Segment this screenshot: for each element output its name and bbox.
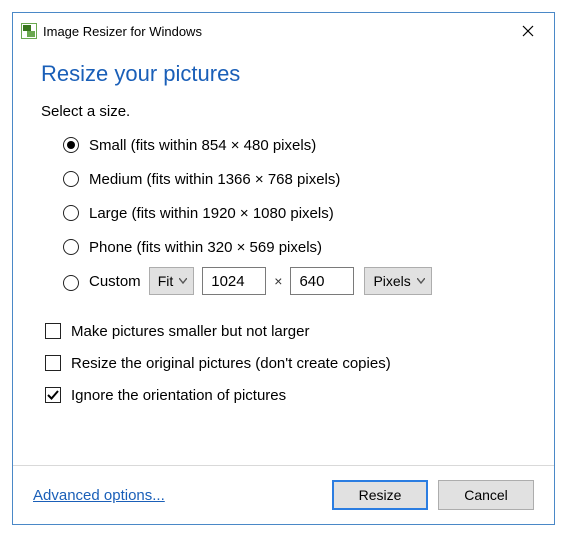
custom-height-input[interactable]: 640 — [290, 267, 354, 295]
custom-width-input[interactable]: 1024 — [202, 267, 266, 295]
radio-icon — [63, 205, 79, 221]
chevron-down-icon — [417, 278, 425, 284]
dialog-body: Resize your pictures Select a size. Smal… — [13, 47, 554, 465]
chevron-down-icon — [179, 278, 187, 284]
checkbox-icon — [45, 387, 61, 403]
page-heading: Resize your pictures — [41, 61, 526, 87]
fit-mode-select[interactable]: Fit — [149, 267, 195, 295]
close-button[interactable] — [512, 19, 544, 43]
checkbox-icon — [45, 355, 61, 371]
cancel-button[interactable]: Cancel — [438, 480, 534, 510]
check-label: Make pictures smaller but not larger — [71, 323, 309, 340]
size-option-phone[interactable]: Phone (fits within 320 × 569 pixels) — [63, 232, 526, 262]
app-icon — [21, 23, 37, 39]
radio-icon — [63, 171, 79, 187]
window-title: Image Resizer for Windows — [43, 24, 512, 39]
size-option-large[interactable]: Large (fits within 1920 × 1080 pixels) — [63, 198, 526, 228]
radio-icon[interactable] — [63, 275, 79, 291]
prompt-label: Select a size. — [41, 103, 526, 120]
check-resize-original[interactable]: Resize the original pictures (don't crea… — [45, 350, 526, 376]
radio-icon — [63, 239, 79, 255]
dialog-footer: Advanced options... Resize Cancel — [13, 465, 554, 524]
check-ignore-orientation[interactable]: Ignore the orientation of pictures — [45, 382, 526, 408]
advanced-options-link[interactable]: Advanced options... — [33, 487, 322, 504]
unit-value: Pixels — [373, 273, 410, 289]
check-smaller-only[interactable]: Make pictures smaller but not larger — [45, 318, 526, 344]
fit-mode-value: Fit — [158, 273, 174, 289]
times-label: × — [274, 273, 282, 289]
size-label: Phone (fits within 320 × 569 pixels) — [89, 239, 322, 256]
dialog: Image Resizer for Windows Resize your pi… — [12, 12, 555, 525]
check-label: Ignore the orientation of pictures — [71, 387, 286, 404]
radio-icon — [63, 137, 79, 153]
options-group: Make pictures smaller but not larger Res… — [45, 318, 526, 414]
size-label: Medium (fits within 1366 × 768 pixels) — [89, 171, 340, 188]
size-option-custom: Custom Fit 1024 × 640 Pixels — [63, 266, 526, 296]
close-icon — [522, 25, 534, 37]
check-label: Resize the original pictures (don't crea… — [71, 355, 391, 372]
size-option-small[interactable]: Small (fits within 854 × 480 pixels) — [63, 130, 526, 160]
size-label: Large (fits within 1920 × 1080 pixels) — [89, 205, 334, 222]
size-options: Small (fits within 854 × 480 pixels) Med… — [63, 130, 526, 300]
resize-button[interactable]: Resize — [332, 480, 428, 510]
unit-select[interactable]: Pixels — [364, 267, 431, 295]
custom-label: Custom — [89, 273, 141, 290]
size-label: Small (fits within 854 × 480 pixels) — [89, 137, 316, 154]
checkbox-icon — [45, 323, 61, 339]
custom-width-value: 1024 — [211, 273, 244, 290]
size-option-medium[interactable]: Medium (fits within 1366 × 768 pixels) — [63, 164, 526, 194]
custom-height-value: 640 — [299, 273, 324, 290]
titlebar: Image Resizer for Windows — [13, 13, 554, 47]
